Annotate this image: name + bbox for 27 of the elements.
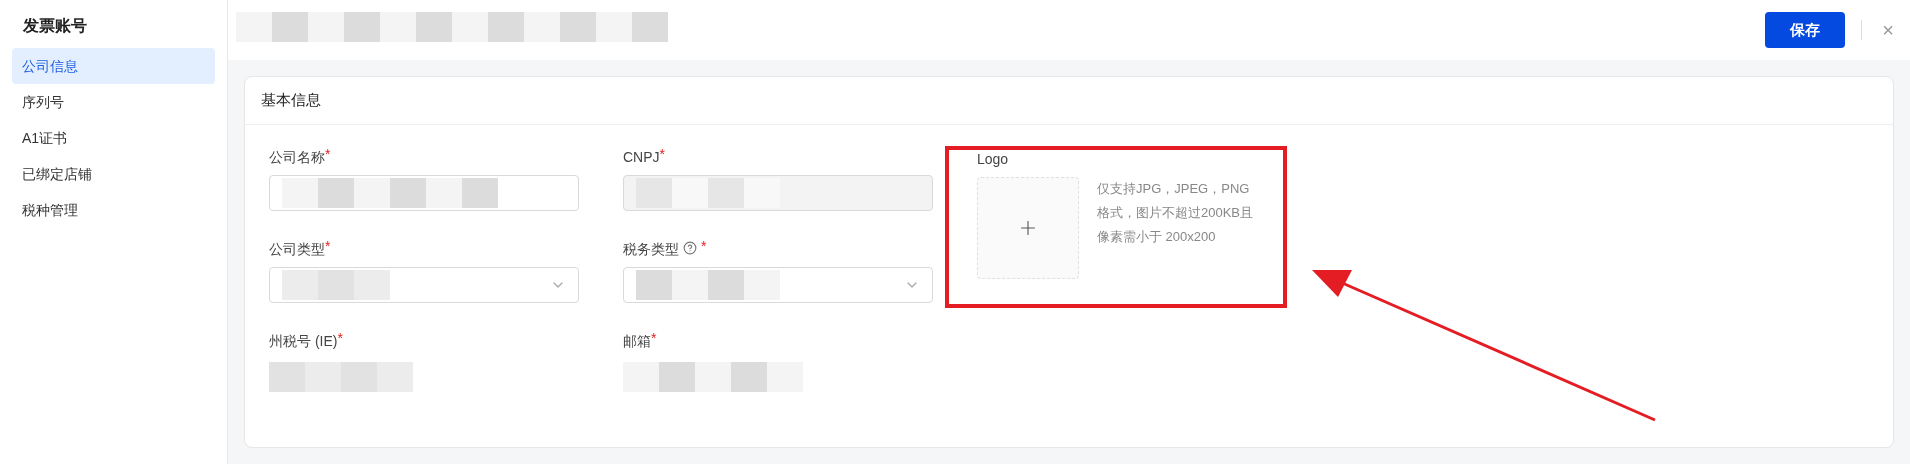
upload-box[interactable]: [977, 177, 1079, 279]
field-label: 州税号 (IE): [269, 332, 338, 351]
required-mark: *: [701, 239, 707, 253]
required-mark: *: [325, 147, 331, 161]
select-field[interactable]: [623, 267, 933, 303]
sidebar-item[interactable]: 已绑定店铺: [12, 156, 215, 192]
field-label: 公司名称: [269, 148, 325, 167]
required-mark: *: [651, 331, 657, 345]
field-label: 邮箱: [623, 332, 651, 351]
save-button[interactable]: 保存: [1765, 12, 1845, 48]
input-field[interactable]: [269, 175, 579, 211]
required-mark: *: [325, 239, 331, 253]
help-icon[interactable]: [683, 241, 697, 255]
sidebar-item[interactable]: A1证书: [12, 120, 215, 156]
sidebar-item[interactable]: 税种管理: [12, 192, 215, 228]
sidebar-title: 发票账号: [22, 16, 88, 36]
sidebar-item[interactable]: 公司信息: [12, 48, 215, 84]
field-label: Logo: [977, 150, 1010, 167]
select-field[interactable]: [269, 267, 579, 303]
upload-hint: 仅支持JPG，JPEG，PNG格式，图片不超过200KB且像素需小于 200x200: [1097, 180, 1255, 246]
required-mark: *: [659, 147, 665, 161]
field-label: 公司类型: [269, 240, 325, 259]
field-label: 税务类型: [623, 240, 679, 259]
required-mark: *: [337, 331, 343, 345]
card-title: 基本信息: [245, 77, 1893, 125]
field-label: CNPJ: [623, 148, 660, 167]
sidebar-item[interactable]: 序列号: [12, 84, 215, 120]
